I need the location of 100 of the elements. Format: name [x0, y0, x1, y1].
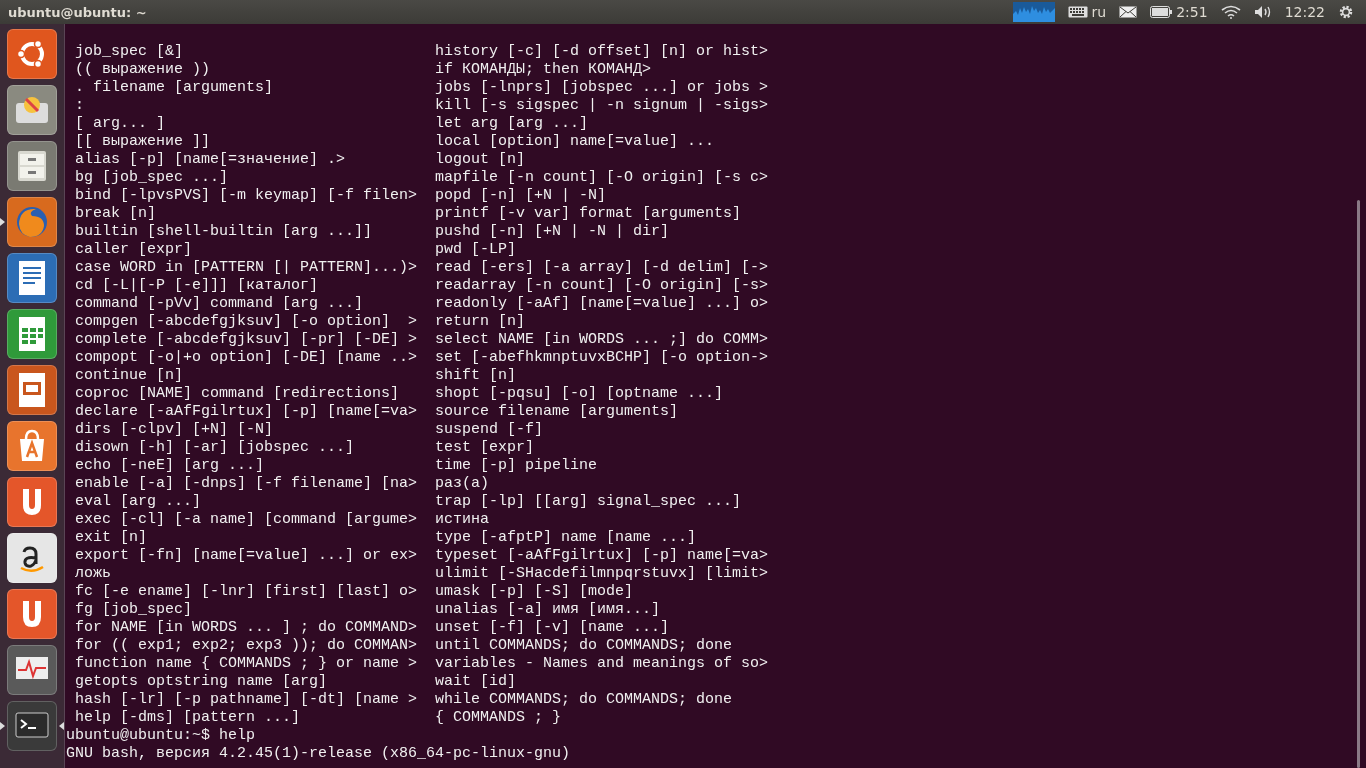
help-entry: read [-ers] [-a array] [-d delim] [->	[435, 259, 769, 277]
help-entry: mapfile [-n count] [-O origin] [-s c>	[435, 169, 769, 187]
help-entry: while COMMANDS; do COMMANDS; done	[435, 691, 733, 709]
u-letter-icon[interactable]	[7, 589, 57, 639]
help-entry: help [-dms] [pattern ...]	[75, 709, 302, 727]
help-entry: typeset [-aAfFgilrtux] [-p] name[=va>	[435, 547, 769, 565]
installer-icon[interactable]	[7, 85, 57, 135]
help-entry: command [-pVv] command [arg ...]	[75, 295, 365, 313]
help-entry: umask [-p] [-S] [mode]	[435, 583, 634, 601]
help-entry: enable [-a] [-dnps] [-f filename] [na>	[75, 475, 419, 493]
help-entry: bg [job_spec ...]	[75, 169, 230, 187]
help-entry: alias [-p] [name[=значение] .>	[75, 151, 347, 169]
help-entry: exit [n]	[75, 529, 148, 547]
mail-icon[interactable]	[1119, 6, 1138, 18]
wifi-icon[interactable]	[1220, 5, 1241, 19]
help-entry: for NAME [in WORDS ... ] ; do COMMAND>	[75, 619, 419, 637]
help-entry: compgen [-abcdefgjksuv] [-o option] >	[75, 313, 419, 331]
help-entry: if КОМАНДЫ; then КОМАНД>	[435, 61, 652, 79]
help-entry: let arg [arg ...]	[435, 115, 589, 133]
help-entry: shift [n]	[435, 367, 516, 385]
help-entry: test [expr]	[435, 439, 535, 457]
shopping-bag-icon[interactable]	[7, 421, 57, 471]
terminal-icon[interactable]	[7, 701, 57, 751]
help-entry: continue [n]	[75, 367, 185, 385]
help-entry: printf [-v var] format [arguments]	[435, 205, 742, 223]
clock[interactable]: 12:22	[1284, 4, 1325, 20]
monitor-graph-icon[interactable]	[7, 645, 57, 695]
help-entry: until COMMANDS; do COMMANDS; done	[435, 637, 733, 655]
help-entry: source filename [arguments]	[435, 403, 679, 421]
help-entry: :	[75, 97, 85, 115]
help-entry: exec [-cl] [-a name] [command [argume>	[75, 511, 419, 529]
help-entry: function name { COMMANDS ; } or name >	[75, 655, 419, 673]
keyboard-layout[interactable]: ru	[1091, 4, 1107, 20]
terminal-line: ubuntu@ubuntu:~$ help	[66, 727, 256, 744]
help-entry: declare [-aAfFgilrtux] [-p] [name[=va>	[75, 403, 419, 421]
help-entry: builtin [shell-builtin [arg ...]]	[75, 223, 374, 241]
help-entry: bind [-lpvsPVS] [-m keymap] [-f filen>	[75, 187, 419, 205]
terminal-line: GNU bash, версия 4.2.45(1)-release (x86_64-pc-linux-gnu)	[66, 745, 571, 762]
help-entry: job_spec [&]	[75, 43, 185, 61]
help-entry: dirs [-clpv] [+N] [-N]	[75, 421, 275, 439]
help-entry: disown [-h] [-ar] [jobspec ...]	[75, 439, 356, 457]
power-gear-icon[interactable]	[1338, 4, 1354, 20]
help-entry: coproc [NAME] command [redirections]	[75, 385, 401, 403]
document-icon[interactable]	[7, 253, 57, 303]
help-entry: readarray [-n count] [-O origin] [-s>	[435, 277, 769, 295]
help-entry: time [-p] pipeline	[435, 457, 598, 475]
help-entry: break [n]	[75, 205, 157, 223]
help-entry: [[ выражение ]]	[75, 133, 212, 151]
help-entry: fg [job_spec]	[75, 601, 194, 619]
help-entry: eval [arg ...]	[75, 493, 203, 511]
help-entry: export [-fn] [name[=value] ...] or ex>	[75, 547, 419, 565]
help-entry: истина	[435, 511, 489, 529]
presentation-icon[interactable]	[7, 365, 57, 415]
file-cabinet-icon[interactable]	[7, 141, 57, 191]
help-entry: hash [-lr] [-p pathname] [-dt] [name >	[75, 691, 419, 709]
help-entry: ulimit [-SHacdefilmnpqrstuvx] [limit>	[435, 565, 769, 583]
help-entry: for (( exp1; exp2; exp3 )); do COMMAN>	[75, 637, 419, 655]
ubuntu-logo-icon[interactable]	[7, 29, 57, 79]
help-entry: history [-c] [-d offset] [n] or hist>	[435, 43, 769, 61]
keyboard-icon[interactable]	[1067, 6, 1088, 18]
help-entry: unalias [-a] имя [имя...]	[435, 601, 661, 619]
scrollbar-thumb[interactable]	[1357, 200, 1360, 768]
help-entry: trap [-lp] [[arg] signal_spec ...]	[435, 493, 742, 511]
help-entry: complete [-abcdefgjksuv] [-pr] [-DE] >	[75, 331, 419, 349]
help-entry: type [-afptP] name [name ...]	[435, 529, 697, 547]
help-entry: select NAME [in WORDS ... ;] do COMM>	[435, 331, 769, 349]
help-entry: (( выражение ))	[75, 61, 212, 79]
help-entry: shopt [-pqsu] [-o] [optname ...]	[435, 385, 724, 403]
help-entry: local [option] name[=value] ...	[435, 133, 715, 151]
running-indicator-icon	[0, 722, 5, 730]
browser-globe-icon[interactable]	[7, 197, 57, 247]
help-entry: fc [-e ename] [-lnr] [first] [last] o>	[75, 583, 419, 601]
battery-icon[interactable]	[1150, 6, 1173, 18]
help-entry: variables - Names and meanings of so>	[435, 655, 769, 673]
battery-time[interactable]: 2:51	[1176, 4, 1208, 20]
system-load-graph-icon[interactable]	[1012, 2, 1055, 22]
help-entry: pwd [-LP]	[435, 241, 516, 259]
help-entry: set [-abefhkmnptuvxBCHP] [-o option->	[435, 349, 769, 367]
help-entry: logout [n]	[435, 151, 525, 169]
help-entry: caller [expr]	[75, 241, 194, 259]
volume-icon[interactable]	[1253, 5, 1272, 19]
help-entry: popd [-n] [+N | -N]	[435, 187, 607, 205]
help-entry: . filename [arguments]	[75, 79, 275, 97]
amazon-a-icon[interactable]	[7, 533, 57, 583]
spreadsheet-icon[interactable]	[7, 309, 57, 359]
help-entry: { COMMANDS ; }	[435, 709, 562, 727]
help-entry: ложь	[75, 565, 112, 583]
focus-indicator-icon	[59, 722, 64, 730]
help-entry: echo [-neE] [arg ...]	[75, 457, 266, 475]
help-entry: suspend [-f]	[435, 421, 544, 439]
running-indicator-icon	[0, 218, 5, 226]
help-entry: cd [-L|[-P [-e]]] [каталог]	[75, 277, 320, 295]
help-entry: wait [id]	[435, 673, 516, 691]
help-entry: pushd [-n] [+N | -N | dir]	[435, 223, 670, 241]
help-entry: unset [-f] [-v] [name ...]	[435, 619, 670, 637]
u-letter-icon[interactable]	[7, 477, 57, 527]
help-entry: jobs [-lnprs] [jobspec ...] or jobs >	[435, 79, 769, 97]
help-entry: getopts optstring name [arg]	[75, 673, 329, 691]
window-title: ubuntu@ubuntu: ~	[7, 4, 147, 20]
help-entry: [ arg... ]	[75, 115, 166, 133]
